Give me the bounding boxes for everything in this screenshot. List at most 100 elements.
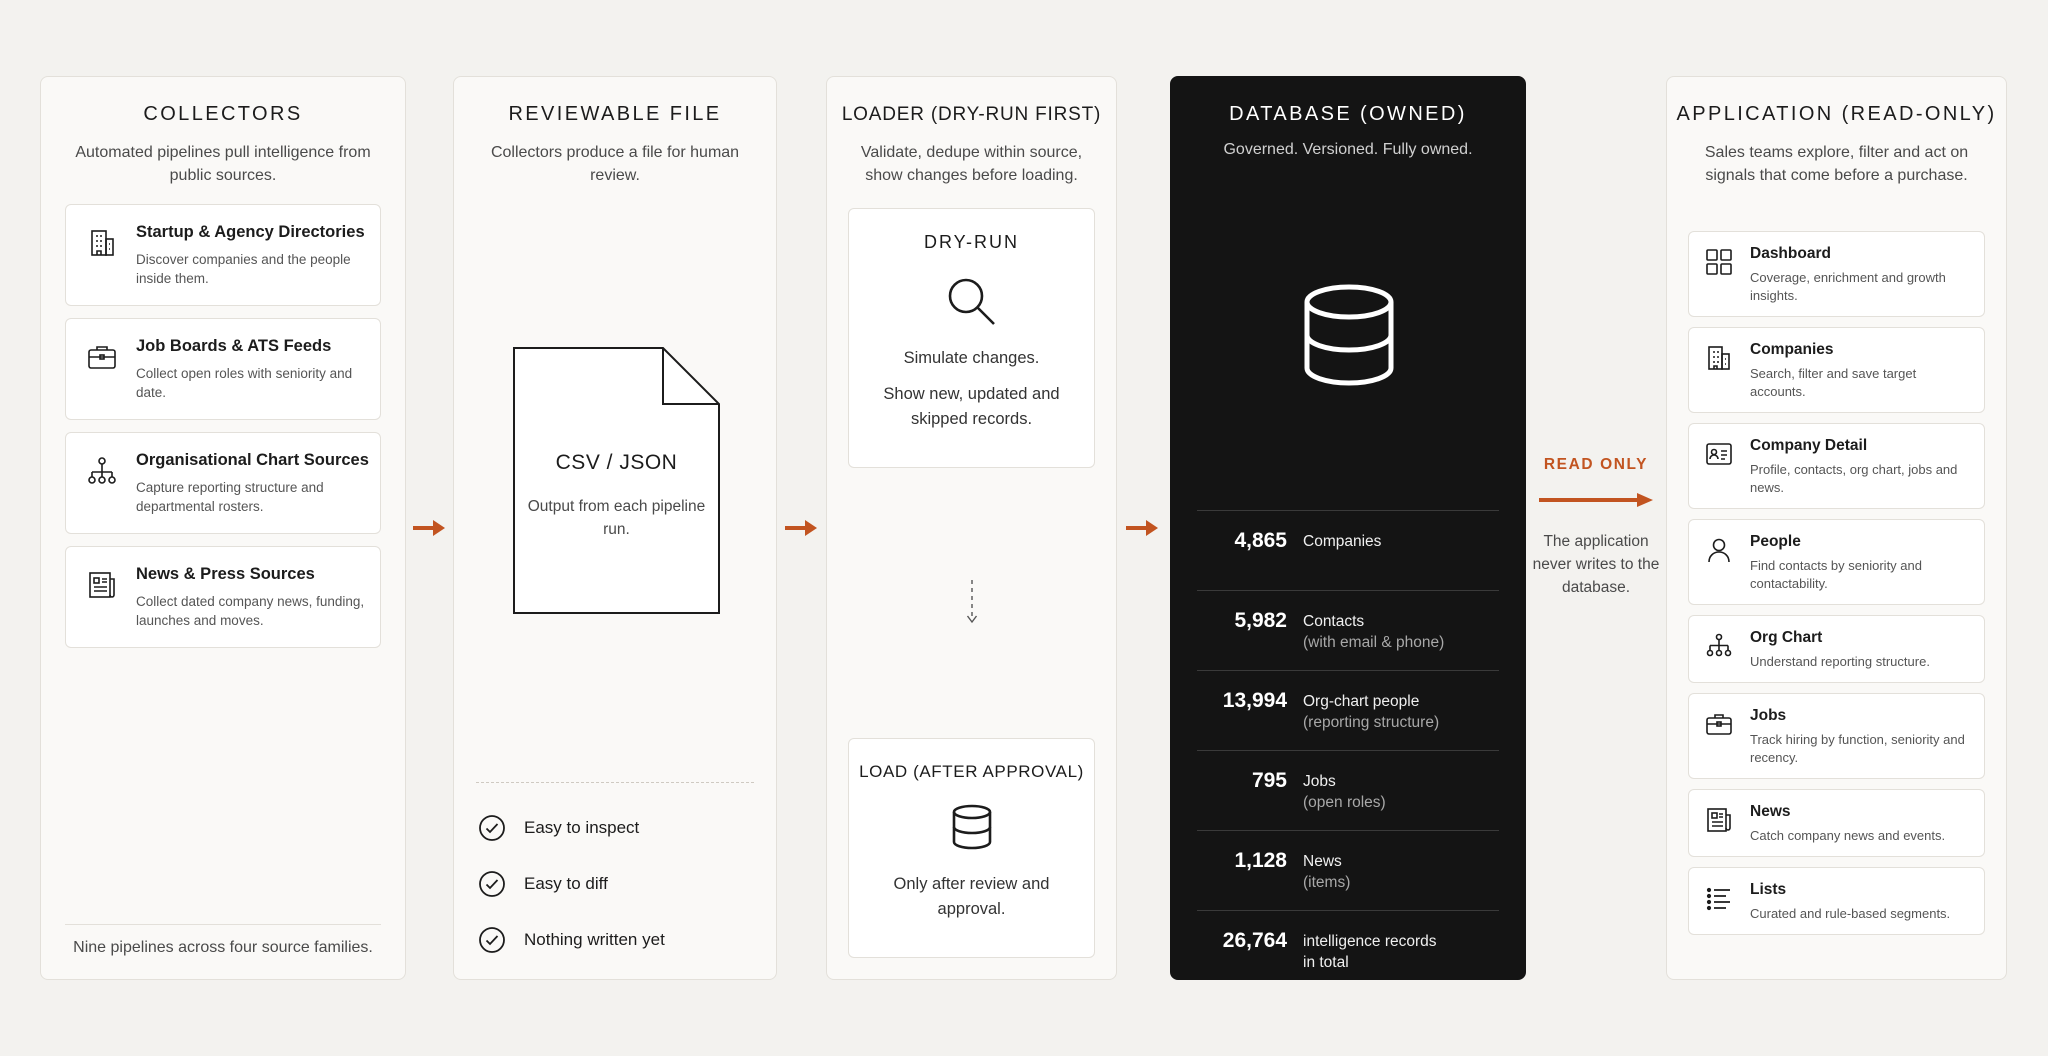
stat-sublabel: in total (1303, 954, 1349, 971)
feature-desc: Track hiring by function, seniority and … (1750, 732, 1965, 765)
feature-desc: Profile, contacts, org chart, jobs and n… (1750, 462, 1958, 495)
magnifier-icon (948, 278, 995, 325)
feature-title: People (1750, 533, 1801, 550)
database-icon (952, 804, 991, 850)
database-title: DATABASE (OWNED) (1229, 103, 1467, 125)
dashboard-icon (1706, 249, 1732, 275)
feature-desc: Understand reporting structure. (1750, 654, 1930, 669)
feature-card-org-chart[interactable]: Org Chart Understand reporting structure… (1688, 615, 1985, 683)
feature-card-dashboard[interactable]: Dashboard Coverage, enrichment and growt… (1688, 231, 1985, 317)
dry-run-card: DRY-RUN Simulate changes. Show new, upda… (848, 208, 1095, 468)
arrow-right-icon (413, 520, 445, 536)
stat-sublabel: (with email & phone) (1303, 634, 1445, 651)
stat-row: 5,982 Contacts (with email & phone) (1197, 590, 1499, 670)
source-card-job-boards: Job Boards & ATS Feeds Collect open role… (65, 318, 381, 420)
person-icon (1708, 538, 1730, 563)
feature-title: Lists (1750, 881, 1787, 898)
application-panel: APPLICATION (READ-ONLY) Sales teams expl… (1666, 76, 2007, 980)
check-circle-icon (479, 927, 505, 953)
database-panel: DATABASE (OWNED) Governed. Versioned. Fu… (1170, 76, 1526, 980)
briefcase-icon (88, 346, 116, 369)
stat-value: 13,994 (1222, 689, 1287, 712)
source-desc: Discover companies and the people inside… (136, 252, 351, 286)
file-document-icon (513, 347, 720, 614)
stat-label: Contacts (1303, 613, 1365, 630)
stat-row: 1,128 News (items) (1197, 830, 1499, 910)
stat-value: 795 (1251, 769, 1287, 792)
reviewable-file-panel: REVIEWABLE FILE Collectors produce a fil… (453, 76, 777, 980)
feature-card-company-detail[interactable]: Company Detail Profile, contacts, org ch… (1688, 423, 1985, 509)
stat-label: intelligence records (1303, 933, 1437, 950)
load-card: LOAD (AFTER APPROVAL) Only after review … (848, 738, 1095, 958)
stat-label: Companies (1303, 533, 1382, 550)
feature-title: News (1750, 803, 1791, 820)
database-icon (1304, 284, 1394, 386)
building-icon (1708, 346, 1730, 370)
stat-value: 26,764 (1222, 929, 1287, 952)
read-only-text: The application never writes to the data… (1532, 533, 1660, 596)
stat-row: 4,865 Companies (1197, 510, 1499, 590)
application-subtitle: Sales teams explore, filter and act on s… (1704, 144, 1969, 184)
source-desc: Capture reporting structure and departme… (136, 480, 324, 514)
check-circle-icon (479, 871, 505, 897)
check-circle-icon (479, 815, 505, 841)
file-format-title: CSV / JSON (555, 451, 678, 474)
feature-title: Company Detail (1750, 437, 1868, 454)
feature-desc: Find contacts by seniority and contactab… (1750, 558, 1922, 591)
application-title: APPLICATION (READ-ONLY) (1676, 103, 1997, 125)
read-only-title: READ ONLY (1543, 456, 1649, 473)
dry-run-line1: Simulate changes. (903, 349, 1040, 367)
feature-title: Org Chart (1750, 629, 1823, 646)
arrow-right-icon (1126, 520, 1158, 536)
feature-card-jobs[interactable]: Jobs Track hiring by function, seniority… (1688, 693, 1985, 779)
collectors-title: COLLECTORS (143, 103, 303, 125)
source-desc: Collect dated company news, funding, lau… (136, 594, 365, 628)
building-icon (91, 230, 114, 256)
dry-run-line2: Show new, updated and skipped records. (883, 385, 1060, 428)
feature-card-companies[interactable]: Companies Search, filter and save target… (1688, 327, 1985, 413)
check-list: Easy to inspect Easy to diff Nothing wri… (478, 814, 665, 982)
loader-panel: LOADER (DRY-RUN FIRST) Validate, dedupe … (826, 76, 1117, 980)
id-card-icon (1706, 443, 1732, 465)
stat-value: 5,982 (1234, 609, 1287, 632)
source-card-news: News & Press Sources Collect dated compa… (65, 546, 381, 648)
stats-list: 4,865 Companies 5,982 Contacts (with emai… (1197, 510, 1499, 990)
feature-card-news[interactable]: News Catch company news and events. (1688, 789, 1985, 857)
source-card-directories: Startup & Agency Directories Discover co… (65, 204, 381, 306)
load-subtitle: Only after review and approval. (893, 875, 1050, 918)
collectors-panel: COLLECTORS Automated pipelines pull inte… (40, 76, 406, 980)
reviewable-title: REVIEWABLE FILE (508, 103, 722, 125)
feature-card-lists[interactable]: Lists Curated and rule-based segments. (1688, 867, 1985, 935)
stat-row: 13,994 Org-chart people (reporting struct… (1197, 670, 1499, 750)
source-title: Organisational Chart Sources (136, 451, 369, 469)
stat-row-total: 26,764 intelligence records in total (1197, 910, 1499, 990)
stat-label: Jobs (1303, 773, 1336, 790)
newspaper-icon (1707, 808, 1731, 832)
check-label: Easy to inspect (524, 818, 640, 837)
arrow-right-icon (785, 520, 817, 536)
check-item: Easy to diff (478, 870, 665, 898)
list-icon (1706, 887, 1730, 911)
stat-label: Org-chart people (1303, 693, 1420, 710)
briefcase-icon (1706, 714, 1732, 735)
stat-sublabel: (open roles) (1303, 794, 1386, 811)
feature-title: Dashboard (1750, 245, 1831, 262)
loader-subtitle: Validate, dedupe within source, show cha… (860, 144, 1083, 184)
feature-card-people[interactable]: People Find contacts by seniority and co… (1688, 519, 1985, 605)
stat-value: 4,865 (1234, 529, 1287, 552)
stat-label: News (1303, 853, 1342, 870)
org-chart-icon (1706, 633, 1732, 657)
feature-desc: Search, filter and save target accounts. (1750, 366, 1917, 399)
reviewable-subtitle: Collectors produce a file for human revi… (490, 144, 740, 184)
check-item: Easy to inspect (478, 814, 665, 842)
database-subtitle: Governed. Versioned. Fully owned. (1223, 141, 1473, 158)
stat-sublabel: (reporting structure) (1303, 714, 1440, 731)
dry-run-title: DRY-RUN (923, 232, 1020, 252)
source-title: News & Press Sources (136, 565, 315, 583)
source-title: Startup & Agency Directories (136, 223, 365, 241)
file-format-subtitle: Output from each pipeline run. (527, 498, 706, 538)
feature-desc: Catch company news and events. (1750, 828, 1946, 843)
check-label: Easy to diff (524, 874, 608, 893)
feature-desc: Curated and rule-based segments. (1750, 906, 1951, 921)
source-title: Job Boards & ATS Feeds (136, 337, 332, 355)
